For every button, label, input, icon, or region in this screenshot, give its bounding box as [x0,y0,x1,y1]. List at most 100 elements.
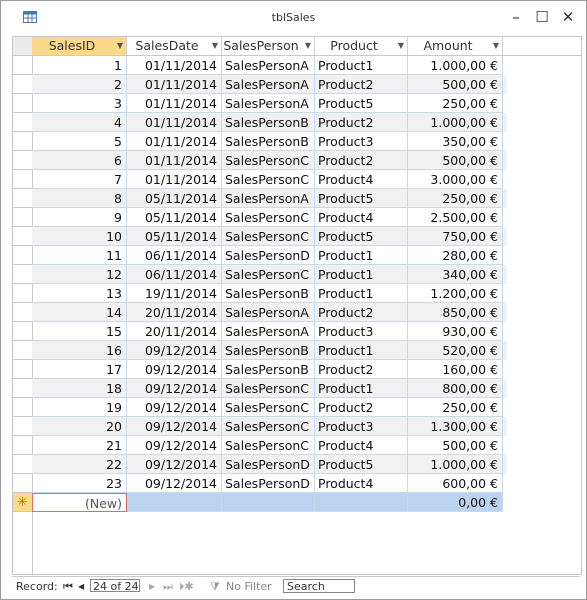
table-cell[interactable]: Product4 [315,436,408,455]
chevron-down-icon[interactable]: ▼ [305,37,311,55]
table-row[interactable]: 13 19/11/2014 SalesPersonB Product1 1.200,00… [13,284,507,303]
table-cell[interactable]: SalesPersonD [222,246,315,265]
column-header-salesid[interactable]: SalesID ▼ [32,37,127,55]
table-cell[interactable]: SalesPersonA [222,303,315,322]
table-cell[interactable]: SalesPersonC [222,436,315,455]
table-cell[interactable]: 19/11/2014 [127,284,222,303]
record-selector[interactable] [13,398,32,417]
table-row[interactable]: 3 01/11/2014 SalesPersonA Product5 250,00 € [13,94,507,113]
table-row[interactable]: 14 20/11/2014 SalesPersonA Product2 850,00 € [13,303,507,322]
table-cell[interactable]: 23 [32,474,127,493]
table-cell[interactable]: Product2 [315,75,408,94]
table-cell[interactable]: 930,00 € [408,322,503,341]
chevron-down-icon[interactable]: ▼ [398,37,404,55]
table-row[interactable]: 19 09/12/2014 SalesPersonC Product2 250,00 € [13,398,507,417]
no-filter-button[interactable]: No Filter [226,580,272,593]
record-selector[interactable] [13,75,32,94]
table-cell[interactable]: Product2 [315,113,408,132]
table-cell[interactable]: 13 [32,284,127,303]
record-selector[interactable] [13,227,32,246]
table-cell[interactable]: 01/11/2014 [127,75,222,94]
table-cell[interactable] [315,493,408,512]
table-cell[interactable]: Product1 [315,56,408,75]
table-cell[interactable]: SalesPersonA [222,189,315,208]
table-cell[interactable]: Product5 [315,94,408,113]
table-cell[interactable]: 250,00 € [408,398,503,417]
table-cell[interactable]: Product2 [315,303,408,322]
table-cell[interactable]: SalesPersonA [222,94,315,113]
table-cell[interactable]: 09/12/2014 [127,417,222,436]
table-row[interactable]: 23 09/12/2014 SalesPersonD Product4 600,00 € [13,474,507,493]
table-cell[interactable]: 12 [32,265,127,284]
record-selector[interactable] [13,113,32,132]
record-selector[interactable] [13,208,32,227]
table-row[interactable]: 9 05/11/2014 SalesPersonC Product4 2.500,00 … [13,208,507,227]
table-cell[interactable]: SalesPersonA [222,56,315,75]
table-cell[interactable]: 7 [32,170,127,189]
close-button[interactable]: ✕ [556,7,580,27]
table-cell[interactable]: 22 [32,455,127,474]
table-cell[interactable]: 09/12/2014 [127,455,222,474]
last-record-icon[interactable]: ⏭ [163,580,173,594]
table-cell[interactable]: 750,00 € [408,227,503,246]
table-cell[interactable]: 500,00 € [408,75,503,94]
table-cell[interactable]: 350,00 € [408,132,503,151]
table-cell[interactable]: 1.000,00 € [408,113,503,132]
column-header-product[interactable]: Product ▼ [315,37,408,55]
table-cell[interactable]: Product1 [315,341,408,360]
table-cell[interactable]: 500,00 € [408,436,503,455]
column-header-amount[interactable]: Amount ▼ [408,37,503,55]
table-cell[interactable]: 160,00 € [408,360,503,379]
table-cell[interactable]: SalesPersonD [222,455,315,474]
chevron-down-icon[interactable]: ▼ [212,37,218,55]
record-selector[interactable] [13,132,32,151]
table-cell[interactable]: 20/11/2014 [127,322,222,341]
table-cell[interactable]: 9 [32,208,127,227]
table-cell[interactable]: 11 [32,246,127,265]
table-cell[interactable]: 2 [32,75,127,94]
table-row[interactable]: 15 20/11/2014 SalesPersonA Product3 930,00 € [13,322,507,341]
table-cell[interactable]: 01/11/2014 [127,56,222,75]
table-row[interactable]: 16 09/12/2014 SalesPersonB Product1 520,00 € [13,341,507,360]
new-record-amount-cell[interactable]: 0,00 € [408,493,503,512]
table-cell[interactable]: 09/12/2014 [127,379,222,398]
table-cell[interactable]: SalesPersonB [222,113,315,132]
table-cell[interactable]: 5 [32,132,127,151]
table-cell[interactable]: Product1 [315,265,408,284]
table-cell[interactable]: 850,00 € [408,303,503,322]
table-cell[interactable]: SalesPersonC [222,398,315,417]
table-cell[interactable]: Product4 [315,170,408,189]
table-cell[interactable] [127,493,222,512]
table-cell[interactable]: 06/11/2014 [127,265,222,284]
table-cell[interactable]: 3.000,00 € [408,170,503,189]
table-cell[interactable]: Product1 [315,379,408,398]
table-cell[interactable]: SalesPersonB [222,360,315,379]
table-cell[interactable]: 14 [32,303,127,322]
table-cell[interactable]: Product4 [315,208,408,227]
current-record-field[interactable]: 24 of 24 [90,579,140,593]
table-cell[interactable]: 2.500,00 € [408,208,503,227]
record-selector[interactable] [13,151,32,170]
table-cell[interactable]: 05/11/2014 [127,227,222,246]
table-cell[interactable]: 05/11/2014 [127,189,222,208]
table-cell[interactable]: 01/11/2014 [127,170,222,189]
record-selector[interactable] [13,360,32,379]
chevron-down-icon[interactable]: ▼ [117,37,123,55]
table-cell[interactable]: 05/11/2014 [127,208,222,227]
maximize-button[interactable]: ☐ [530,7,554,27]
record-selector[interactable] [13,455,32,474]
table-cell[interactable]: 01/11/2014 [127,151,222,170]
table-cell[interactable]: SalesPersonC [222,208,315,227]
table-row[interactable]: 12 06/11/2014 SalesPersonC Product1 340,00 € [13,265,507,284]
table-row[interactable]: 4 01/11/2014 SalesPersonB Product2 1.000,00 … [13,113,507,132]
record-selector[interactable] [13,436,32,455]
table-cell[interactable]: SalesPersonA [222,75,315,94]
record-selector[interactable] [13,284,32,303]
table-cell[interactable]: 8 [32,189,127,208]
table-cell[interactable]: 01/11/2014 [127,113,222,132]
search-input[interactable]: Search [283,579,355,593]
table-cell[interactable]: 17 [32,360,127,379]
table-cell[interactable]: 06/11/2014 [127,246,222,265]
table-cell[interactable]: SalesPersonD [222,474,315,493]
table-row[interactable]: 6 01/11/2014 SalesPersonC Product2 500,00 € [13,151,507,170]
